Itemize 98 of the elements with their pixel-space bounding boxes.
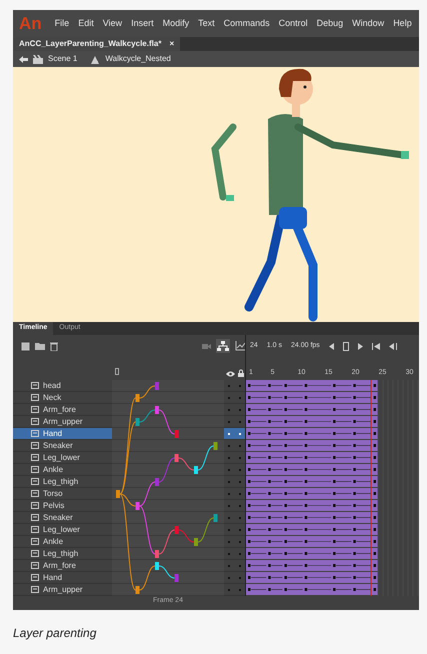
lock-icon[interactable] (238, 369, 244, 377)
layer-type-icon (31, 538, 39, 545)
menu-item[interactable]: Commands (224, 16, 270, 30)
layer-node[interactable] (174, 574, 178, 582)
layer-type-icon (31, 406, 39, 413)
first-frame-icon[interactable] (372, 342, 380, 350)
menu-item[interactable]: Window (352, 16, 384, 30)
layer-row[interactable]: Sneaker (13, 440, 112, 452)
parent-link (139, 386, 156, 398)
layer-node[interactable] (155, 406, 159, 414)
menu-item[interactable]: Help (393, 16, 412, 30)
parent-link (158, 410, 175, 434)
folder-icon[interactable] (35, 342, 45, 350)
document-tab[interactable]: AnCC_LayerParenting_Walkcycle.fla* × (13, 37, 180, 51)
graph-icon[interactable] (235, 341, 245, 351)
layer-node[interactable] (214, 514, 218, 522)
parent-link (178, 530, 194, 542)
layer-node[interactable] (116, 490, 120, 498)
layer-outline-icon[interactable] (115, 368, 119, 375)
play-icon[interactable] (358, 342, 363, 350)
clapper-icon (33, 54, 43, 64)
menu-item[interactable]: Insert (131, 16, 154, 30)
app-logo: An (19, 12, 42, 35)
layer-node[interactable] (194, 538, 198, 546)
menu-item[interactable]: Control (278, 16, 308, 30)
layer-type-icon (31, 574, 39, 581)
parent-link (139, 410, 156, 422)
parent-link (139, 566, 156, 590)
layer-node[interactable] (155, 562, 159, 570)
layer-type-icon (31, 490, 39, 497)
parent-link (198, 518, 214, 542)
parent-link (198, 446, 214, 470)
layer-row[interactable]: Ankle (13, 464, 112, 476)
layer-row[interactable]: Pelvis (13, 500, 112, 512)
layer-type-icon (31, 454, 39, 461)
layer-node[interactable] (214, 442, 218, 450)
parent-link (178, 458, 194, 470)
layer-row[interactable]: Torso (13, 488, 112, 500)
layer-type-icon (31, 502, 39, 509)
layer-type-icon (31, 550, 39, 557)
trash-icon[interactable] (50, 342, 58, 350)
parent-link (158, 458, 175, 482)
layer-row[interactable]: Hand (13, 428, 112, 440)
layer-row[interactable]: Ankle (13, 536, 112, 548)
menu-item[interactable]: Modify (162, 16, 190, 30)
layer-type-icon (31, 478, 39, 485)
layer-type-icon (31, 418, 39, 425)
layer-row[interactable]: Arm_fore (13, 560, 112, 572)
layer-type-icon (31, 514, 39, 521)
layer-row[interactable]: Arm_upper (13, 584, 112, 596)
layer-type-icon (31, 382, 39, 389)
layer-node[interactable] (136, 502, 140, 510)
layer-type-icon (31, 430, 39, 437)
stop-icon[interactable] (342, 342, 349, 350)
new-layer-icon[interactable] (21, 342, 30, 350)
layer-row[interactable]: Leg_thigh (13, 476, 112, 488)
layer-row[interactable]: Leg_thigh (13, 548, 112, 560)
symbol-icon (90, 54, 100, 64)
layer-row[interactable]: Leg_lower (13, 524, 112, 536)
layer-row[interactable]: Hand (13, 572, 112, 584)
layer-type-icon (31, 526, 39, 533)
layer-row[interactable]: head (13, 380, 112, 392)
layer-node[interactable] (174, 454, 178, 462)
step-back-icon[interactable] (328, 342, 334, 350)
previous-frame-icon[interactable] (388, 342, 398, 350)
layer-type-icon (31, 394, 39, 401)
menu-item[interactable]: Debug (316, 16, 344, 30)
parenting-icon[interactable] (216, 339, 230, 353)
breadcrumb-item[interactable]: Scene 1 (48, 53, 78, 65)
layer-node[interactable] (194, 466, 198, 474)
layer-type-icon (31, 562, 39, 569)
layer-row[interactable]: Neck (13, 392, 112, 404)
layer-row[interactable]: Leg_lower (13, 452, 112, 464)
layer-node[interactable] (136, 586, 140, 594)
layer-node[interactable] (136, 418, 140, 426)
parent-link (158, 566, 175, 578)
menu-item[interactable]: File (54, 16, 70, 30)
close-button[interactable]: × (169, 38, 174, 50)
back-arrow-icon[interactable] (19, 56, 28, 62)
menu-item[interactable]: Text (198, 16, 215, 30)
parent-link (158, 530, 175, 554)
layer-node[interactable] (136, 394, 140, 402)
layer-type-icon (31, 466, 39, 473)
breadcrumb-item[interactable]: Walkcycle_Nested (105, 53, 171, 65)
eye-icon[interactable] (226, 371, 234, 377)
layer-type-icon (31, 442, 39, 449)
layer-node[interactable] (174, 526, 178, 534)
menu-item[interactable]: View (102, 16, 122, 30)
layer-row[interactable]: Sneaker (13, 512, 112, 524)
layer-node[interactable] (155, 550, 159, 558)
camera-icon[interactable] (202, 342, 211, 350)
figure-caption: Layer parenting (13, 625, 96, 642)
layer-node[interactable] (155, 478, 159, 486)
layer-node[interactable] (155, 382, 159, 390)
layer-type-icon (31, 586, 39, 593)
layer-node[interactable] (174, 430, 178, 438)
menu-item[interactable]: Edit (78, 16, 94, 30)
layer-row[interactable]: Arm_fore (13, 404, 112, 416)
